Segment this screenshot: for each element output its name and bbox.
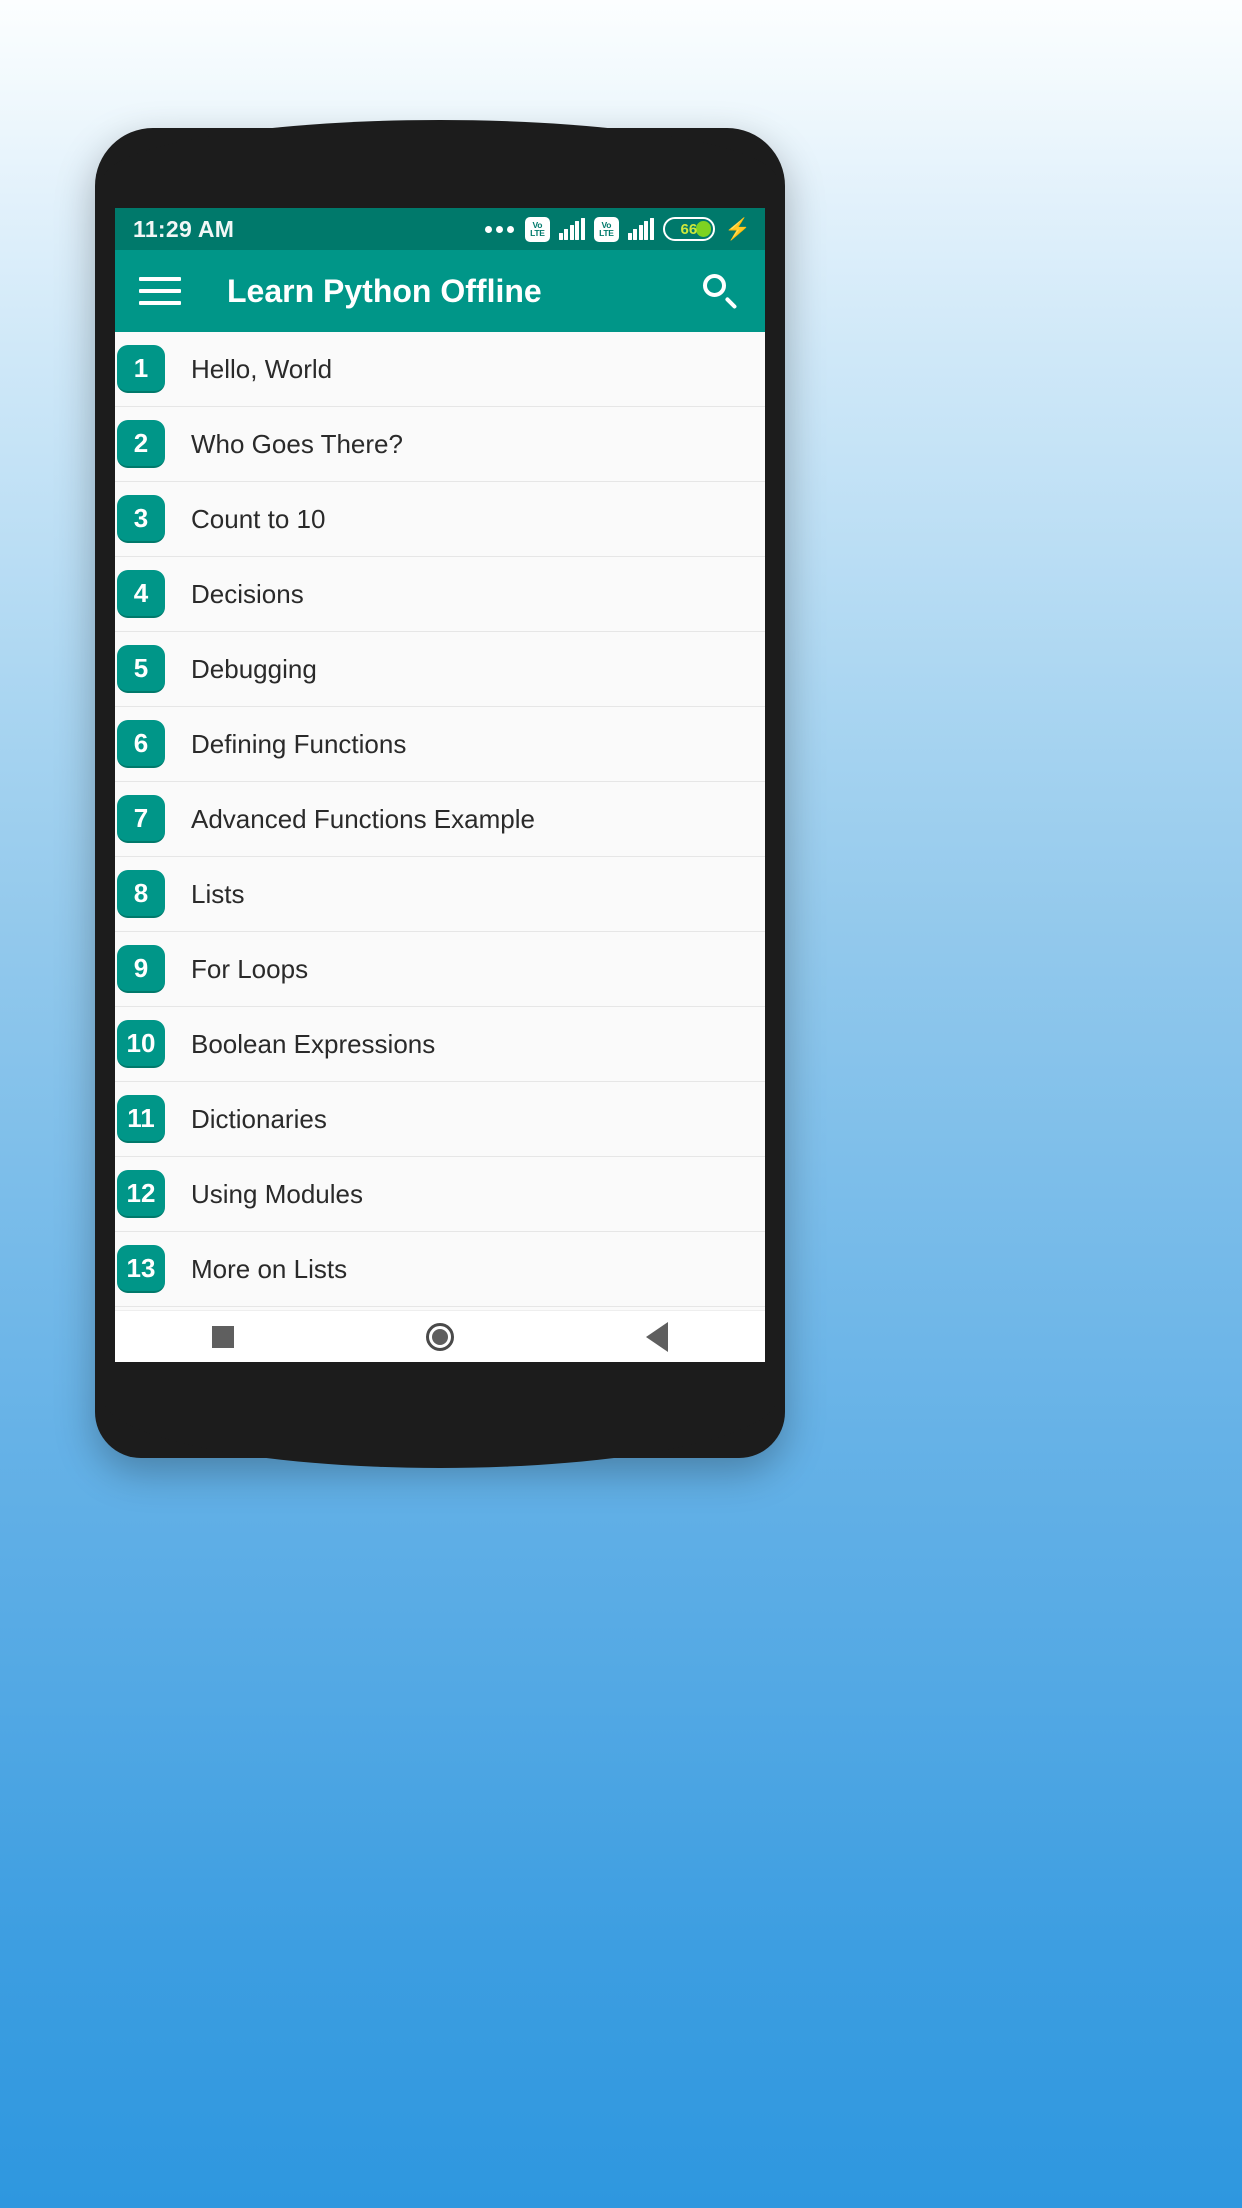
hamburger-menu-icon[interactable] (139, 269, 183, 313)
app-bar: Learn Python Offline (115, 250, 765, 332)
square-recents-icon (212, 1326, 235, 1348)
lightning-bolt-icon: ⚡ (724, 217, 751, 241)
battery-percent-label: 66 (680, 220, 698, 238)
lesson-row[interactable]: 1 Hello, World (115, 332, 765, 407)
lesson-number-badge: 5 (117, 645, 165, 693)
lesson-title: Defining Functions (191, 728, 407, 759)
lesson-number-badge: 8 (117, 870, 165, 918)
lesson-row[interactable]: 6 Defining Functions (115, 707, 765, 782)
lesson-title: Count to 10 (191, 503, 326, 534)
lesson-number-badge: 6 (117, 720, 165, 768)
lesson-row[interactable]: 5 Debugging (115, 632, 765, 707)
lesson-number-badge: 9 (117, 945, 165, 993)
lesson-number-badge: 10 (117, 1020, 165, 1068)
lesson-row[interactable]: 3 Count to 10 (115, 482, 765, 557)
volte-label-bottom: LTE (530, 228, 545, 238)
lesson-title: Dictionaries (191, 1103, 327, 1134)
app-title: Learn Python Offline (227, 272, 542, 309)
lesson-number-badge: 13 (117, 1245, 165, 1293)
lesson-row[interactable]: 12 Using Modules (115, 1157, 765, 1232)
triangle-back-icon (645, 1322, 668, 1352)
lesson-number-badge: 3 (117, 495, 165, 543)
circle-home-icon (425, 1323, 454, 1351)
volte-icon-sim1: Vo LTE (524, 216, 550, 242)
phone-device-frame: 11:29 AM Vo LTE Vo LTE 66 ⚡ Learn Python… (95, 120, 785, 1468)
lesson-title: Advanced Functions Example (191, 803, 535, 834)
lesson-row[interactable]: 13 More on Lists (115, 1232, 765, 1307)
lesson-row[interactable]: 4 Decisions (115, 557, 765, 632)
volte-label-bottom-2: LTE (599, 228, 614, 238)
lesson-row[interactable]: 11 Dictionaries (115, 1082, 765, 1157)
status-bar-icons: Vo LTE Vo LTE 66 ⚡ (484, 216, 751, 242)
home-button[interactable] (395, 1311, 485, 1362)
volte-icon-sim2: Vo LTE (593, 216, 619, 242)
lesson-title: For Loops (191, 953, 309, 984)
status-bar: 11:29 AM Vo LTE Vo LTE 66 ⚡ (115, 208, 765, 250)
signal-bars-icon-sim1 (558, 218, 585, 240)
signal-bars-icon-sim2 (627, 218, 654, 240)
status-bar-clock: 11:29 AM (133, 215, 235, 242)
more-dots-icon (484, 225, 514, 233)
android-navigation-bar (115, 1310, 765, 1362)
lesson-number-badge: 7 (117, 795, 165, 843)
lesson-row[interactable]: 10 Boolean Expressions (115, 1007, 765, 1082)
lesson-title: Using Modules (191, 1178, 363, 1209)
battery-icon: 66 (662, 217, 715, 241)
lesson-title: Decisions (191, 578, 304, 609)
phone-screen: 11:29 AM Vo LTE Vo LTE 66 ⚡ Learn Python… (115, 208, 765, 1362)
lesson-title: More on Lists (191, 1253, 348, 1284)
lesson-number-badge: 2 (117, 420, 165, 468)
lesson-title: Hello, World (191, 353, 333, 384)
lesson-list[interactable]: 1 Hello, World 2 Who Goes There? 3 Count to 1… (115, 332, 765, 1310)
lesson-number-badge: 4 (117, 570, 165, 618)
lesson-title: Who Goes There? (191, 428, 403, 459)
lesson-number-badge: 11 (117, 1095, 165, 1143)
lesson-title: Debugging (191, 653, 317, 684)
lesson-row[interactable]: 7 Advanced Functions Example (115, 782, 765, 857)
lesson-row[interactable]: 2 Who Goes There? (115, 407, 765, 482)
lesson-number-badge: 1 (117, 345, 165, 393)
search-icon[interactable] (697, 268, 743, 314)
lesson-number-badge: 12 (117, 1170, 165, 1218)
recents-button[interactable] (178, 1311, 268, 1362)
lesson-row[interactable]: 8 Lists (115, 857, 765, 932)
lesson-row[interactable]: 9 For Loops (115, 932, 765, 1007)
lesson-title: Boolean Expressions (191, 1028, 436, 1059)
lesson-title: Lists (191, 878, 245, 909)
back-button[interactable] (612, 1311, 702, 1362)
